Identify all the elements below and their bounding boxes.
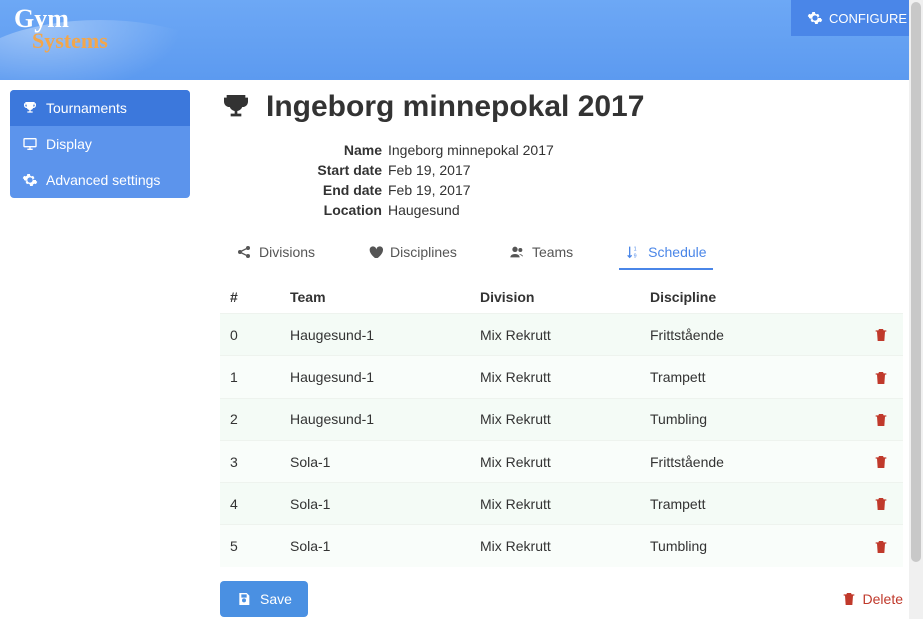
heartbeat-icon xyxy=(367,244,383,260)
col-team: Team xyxy=(280,281,470,314)
sidebar: Tournaments Display Advanced settings xyxy=(0,80,190,637)
configure-label: CONFIGURE xyxy=(829,11,907,26)
meta-value-location: Haugesund xyxy=(388,202,460,218)
row-delete-button[interactable] xyxy=(863,356,903,398)
table-row[interactable]: 2Haugesund-1Mix RekruttTumbling xyxy=(220,398,903,440)
meta-label-end: End date xyxy=(290,182,382,198)
cell-discipline: Tumbling xyxy=(640,398,863,440)
cell-division: Mix Rekrutt xyxy=(470,483,640,525)
page-title-text: Ingeborg minnepokal 2017 xyxy=(266,90,644,124)
trash-icon xyxy=(873,496,889,512)
save-label: Save xyxy=(260,591,292,607)
logo: Gym Systems xyxy=(14,6,108,52)
configure-button[interactable]: CONFIGURE xyxy=(791,0,923,36)
delete-button[interactable]: Delete xyxy=(841,591,903,607)
sort-numeric-icon: 19 xyxy=(625,244,641,260)
tournament-meta: Name Ingeborg minnepokal 2017 Start date F… xyxy=(290,142,903,218)
tab-schedule[interactable]: 19 Schedule xyxy=(619,236,712,270)
cell-division: Mix Rekrutt xyxy=(470,440,640,482)
row-delete-button[interactable] xyxy=(863,525,903,567)
tab-label: Teams xyxy=(532,244,573,260)
cell-num: 2 xyxy=(220,398,280,440)
sidebar-item-label: Advanced settings xyxy=(46,172,160,188)
cell-num: 1 xyxy=(220,356,280,398)
scroll-thumb[interactable] xyxy=(911,2,921,562)
svg-text:1: 1 xyxy=(634,247,637,253)
trash-icon xyxy=(841,591,857,607)
logo-line2: Systems xyxy=(32,30,108,52)
col-discipline: Discipline xyxy=(640,281,863,314)
cell-division: Mix Rekrutt xyxy=(470,314,640,356)
cell-discipline: Trampett xyxy=(640,483,863,525)
cell-division: Mix Rekrutt xyxy=(470,398,640,440)
table-row[interactable]: 0Haugesund-1Mix RekruttFrittstående xyxy=(220,314,903,356)
tab-divisions[interactable]: Divisions xyxy=(230,236,321,270)
col-num: # xyxy=(220,281,280,314)
cell-discipline: Tumbling xyxy=(640,525,863,567)
trash-icon xyxy=(873,539,889,555)
cell-num: 4 xyxy=(220,483,280,525)
cell-team: Sola-1 xyxy=(280,483,470,525)
cell-discipline: Frittstående xyxy=(640,440,863,482)
row-delete-button[interactable] xyxy=(863,314,903,356)
cell-discipline: Frittstående xyxy=(640,314,863,356)
trash-icon xyxy=(873,454,889,470)
table-row[interactable]: 5Sola-1Mix RekruttTumbling xyxy=(220,525,903,567)
row-delete-button[interactable] xyxy=(863,398,903,440)
gears-icon xyxy=(807,10,823,26)
tab-teams[interactable]: Teams xyxy=(503,236,579,270)
row-delete-button[interactable] xyxy=(863,483,903,525)
cell-num: 0 xyxy=(220,314,280,356)
gear-icon xyxy=(22,172,38,188)
cell-discipline: Trampett xyxy=(640,356,863,398)
tabs: Divisions Disciplines Teams 19 Schedule xyxy=(220,236,903,271)
topbar: Gym Systems CONFIGURE xyxy=(0,0,923,80)
cell-num: 3 xyxy=(220,440,280,482)
save-icon xyxy=(236,591,252,607)
actions-bar: Save Delete xyxy=(220,581,903,617)
cell-num: 5 xyxy=(220,525,280,567)
row-delete-button[interactable] xyxy=(863,440,903,482)
schedule-table: # Team Division Discipline 0Haugesund-1M… xyxy=(220,281,903,567)
monitor-icon xyxy=(22,136,38,152)
meta-label-name: Name xyxy=(290,142,382,158)
cell-team: Haugesund-1 xyxy=(280,314,470,356)
tab-label: Divisions xyxy=(259,244,315,260)
delete-label: Delete xyxy=(863,591,903,607)
scrollbar[interactable] xyxy=(909,0,923,619)
table-row[interactable]: 4Sola-1Mix RekruttTrampett xyxy=(220,483,903,525)
sidebar-item-advanced-settings[interactable]: Advanced settings xyxy=(10,162,190,198)
save-button[interactable]: Save xyxy=(220,581,308,617)
svg-text:9: 9 xyxy=(634,253,637,259)
meta-value-end: Feb 19, 2017 xyxy=(388,182,471,198)
cell-team: Sola-1 xyxy=(280,525,470,567)
trash-icon xyxy=(873,412,889,428)
cell-team: Haugesund-1 xyxy=(280,356,470,398)
meta-value-start: Feb 19, 2017 xyxy=(388,162,471,178)
cell-team: Haugesund-1 xyxy=(280,398,470,440)
page-title: Ingeborg minnepokal 2017 xyxy=(220,90,903,124)
meta-label-location: Location xyxy=(290,202,382,218)
tab-label: Disciplines xyxy=(390,244,457,260)
meta-value-name: Ingeborg minnepokal 2017 xyxy=(388,142,554,158)
main-content: Ingeborg minnepokal 2017 Name Ingeborg mi… xyxy=(190,80,923,637)
col-division: Division xyxy=(470,281,640,314)
cell-division: Mix Rekrutt xyxy=(470,356,640,398)
cell-team: Sola-1 xyxy=(280,440,470,482)
cell-division: Mix Rekrutt xyxy=(470,525,640,567)
share-icon xyxy=(236,244,252,260)
tab-disciplines[interactable]: Disciplines xyxy=(361,236,463,270)
trash-icon xyxy=(873,370,889,386)
table-row[interactable]: 3Sola-1Mix RekruttFrittstående xyxy=(220,440,903,482)
table-row[interactable]: 1Haugesund-1Mix RekruttTrampett xyxy=(220,356,903,398)
tab-label: Schedule xyxy=(648,244,706,260)
meta-label-start: Start date xyxy=(290,162,382,178)
trash-icon xyxy=(873,327,889,343)
users-icon xyxy=(509,244,525,260)
